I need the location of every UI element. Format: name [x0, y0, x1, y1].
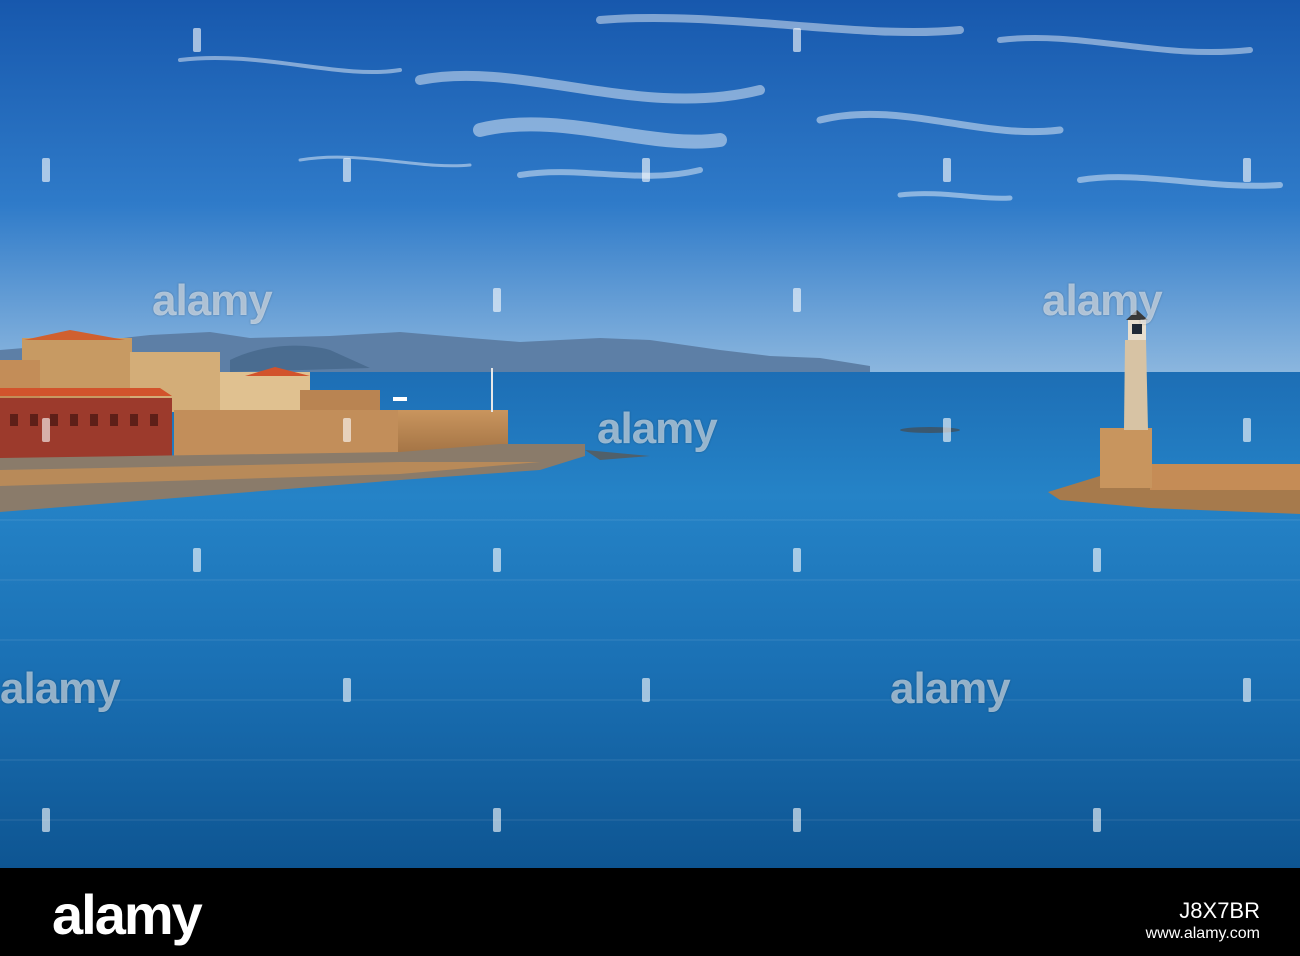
- watermark-mark: [343, 678, 351, 702]
- watermark-mark: [793, 28, 801, 52]
- watermark-mark: [42, 418, 50, 442]
- watermark-mark: [42, 158, 50, 182]
- watermark-mark: [343, 418, 351, 442]
- watermark-mark: [793, 288, 801, 312]
- watermark-mark: [493, 808, 501, 832]
- site-url: www.alamy.com: [1145, 925, 1260, 942]
- watermark-text: alamy: [0, 664, 121, 713]
- stock-photo-page: alamy alamy alamy alamy alamy alamy J8X7…: [0, 0, 1300, 956]
- watermark-mark: [493, 288, 501, 312]
- watermark-mark: [1243, 158, 1251, 182]
- watermark-mark: [1243, 678, 1251, 702]
- watermark-text: alamy: [152, 276, 273, 325]
- watermark-mark: [343, 158, 351, 182]
- watermark-mark: [642, 158, 650, 182]
- footer-bar: alamy J8X7BR www.alamy.com: [0, 868, 1300, 956]
- watermark-text: alamy: [597, 404, 718, 453]
- watermark-mark: [493, 548, 501, 572]
- watermark-mark: [943, 158, 951, 182]
- lighthouse-tower: [1124, 340, 1148, 430]
- watermark-mark: [793, 808, 801, 832]
- image-id: J8X7BR: [1179, 898, 1260, 923]
- watermark-mark: [42, 808, 50, 832]
- watermark-text: alamy: [890, 664, 1011, 713]
- watermark-mark: [1093, 548, 1101, 572]
- watermark-mark: [1243, 418, 1251, 442]
- watermark-text: alamy: [1042, 276, 1163, 325]
- watermark-mark: [193, 548, 201, 572]
- small-boat: [393, 397, 407, 401]
- offshore-rocks: [900, 427, 960, 433]
- watermark-mark: [1093, 808, 1101, 832]
- watermark-mark: [793, 548, 801, 572]
- alamy-logo: alamy: [52, 883, 203, 946]
- watermark-mark: [193, 28, 201, 52]
- watermark-mark: [943, 418, 951, 442]
- watermark-mark: [642, 678, 650, 702]
